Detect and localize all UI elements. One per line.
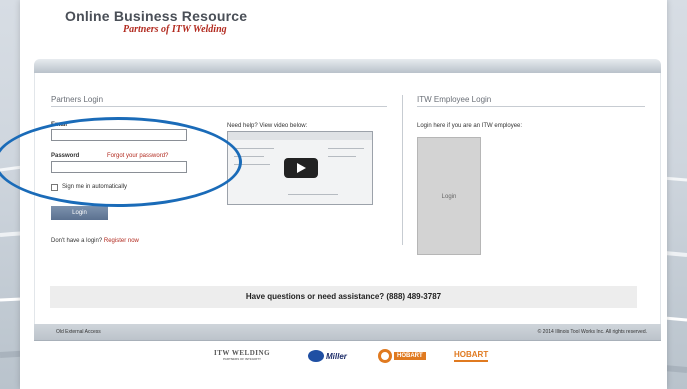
video-line bbox=[234, 164, 270, 165]
no-login-text: Don't have a login? Register now bbox=[51, 238, 139, 244]
partners-login-rule bbox=[51, 106, 387, 107]
brand-subtitle: Partners of ITW Welding bbox=[123, 24, 227, 35]
brand-title: Online Business Resource bbox=[65, 8, 248, 24]
password-field[interactable] bbox=[51, 161, 187, 173]
video-line bbox=[328, 148, 364, 149]
miller-logo: Miller bbox=[308, 349, 347, 363]
no-login-label: Don't have a login? bbox=[51, 238, 103, 244]
page-container: Online Business Resource Partners of ITW… bbox=[20, 0, 667, 389]
miller-swoosh-icon bbox=[308, 350, 324, 362]
column-divider bbox=[402, 95, 403, 245]
hobart-circle-icon bbox=[378, 349, 392, 363]
itw-login-title: ITW Employee Login bbox=[417, 95, 492, 104]
video-line bbox=[328, 156, 356, 157]
itw-welding-logo-sub: PARTNERS OF INTEGRITY bbox=[222, 357, 262, 361]
help-bar: Have questions or need assistance? (888)… bbox=[50, 286, 637, 308]
itw-login-description: Login here if you are an ITW employee: bbox=[417, 123, 523, 129]
miller-logo-text: Miller bbox=[326, 351, 347, 361]
video-line bbox=[234, 148, 274, 149]
partners-login-title: Partners Login bbox=[51, 95, 104, 104]
footer-bar: Old External Access © 2014 Illinois Tool… bbox=[34, 324, 661, 341]
partners-login-button[interactable]: Login bbox=[51, 206, 108, 220]
hobart-logo-text: HOBART bbox=[394, 352, 426, 360]
itw-welding-logo: ITW WELDING PARTNERS OF INTEGRITY bbox=[214, 349, 270, 361]
itw-login-box[interactable]: Login bbox=[417, 137, 481, 255]
register-link[interactable]: Register now bbox=[104, 238, 139, 244]
remember-me-label: Sign me in automatically bbox=[62, 184, 128, 190]
help-video-player[interactable] bbox=[227, 131, 373, 205]
hobart-logo: HOBART bbox=[378, 349, 426, 363]
hobart-brothers-logo: HOBART bbox=[454, 350, 489, 362]
itw-login-rule bbox=[417, 106, 645, 107]
video-help-caption: Need help? View video below: bbox=[227, 123, 308, 129]
itw-welding-logo-name: ITW WELDING bbox=[214, 349, 271, 357]
external-access-link[interactable]: Old External Access bbox=[56, 329, 101, 335]
copyright-text: © 2014 Illinois Tool Works Inc. All righ… bbox=[537, 329, 647, 335]
email-label: Email bbox=[51, 122, 68, 128]
video-line bbox=[234, 156, 264, 157]
email-field[interactable] bbox=[51, 129, 187, 141]
remember-me-checkbox[interactable] bbox=[51, 184, 58, 191]
video-title-strip bbox=[228, 132, 372, 140]
content-top-bar bbox=[34, 59, 661, 73]
play-icon[interactable] bbox=[284, 158, 318, 178]
forgot-password-link[interactable]: Forgot your password? bbox=[107, 153, 168, 159]
password-label: Password bbox=[51, 153, 80, 159]
video-line bbox=[288, 194, 338, 195]
